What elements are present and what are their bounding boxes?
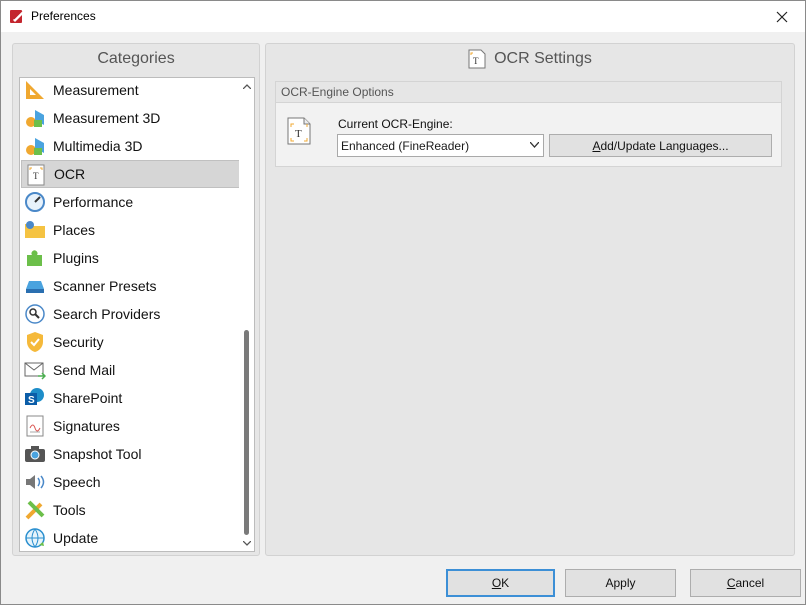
cancel-button[interactable]: Cancel — [690, 569, 801, 597]
categories-scrollbar[interactable] — [239, 78, 254, 551]
category-label: Signatures — [53, 418, 120, 434]
button-label: dd/Update Languages... — [600, 138, 729, 153]
scanner-icon — [26, 281, 44, 293]
plugins-puzzle-icon — [27, 250, 42, 266]
preferences-window: Preferences Categories Measurement Measu… — [0, 0, 806, 605]
tools-icon — [25, 500, 45, 520]
category-label: Measurement 3D — [53, 110, 161, 126]
chevron-down-icon — [242, 540, 251, 546]
mnemonic-a: A — [592, 138, 601, 153]
svg-text:T: T — [33, 171, 39, 181]
category-item-signatures[interactable]: Signatures — [21, 412, 241, 440]
speech-speaker-icon — [26, 475, 45, 489]
places-folder-icon — [25, 221, 45, 238]
scroll-up-button[interactable] — [239, 78, 254, 94]
update-globe-icon — [25, 528, 45, 548]
category-label: Scanner Presets — [53, 278, 157, 294]
svg-text:S: S — [28, 395, 35, 406]
apply-button[interactable]: Apply — [565, 569, 676, 597]
ocr-document-icon: T — [287, 117, 311, 145]
chevron-up-icon — [242, 83, 251, 89]
category-item-performance[interactable]: Performance — [21, 188, 241, 216]
category-item-places[interactable]: Places — [21, 216, 241, 244]
settings-title: OCR Settings — [494, 50, 592, 67]
ok-button[interactable]: OK — [446, 569, 555, 597]
chevron-down-icon — [530, 142, 539, 148]
category-item-speech[interactable]: Speech — [21, 468, 241, 496]
button-label: Apply — [605, 576, 636, 590]
close-button[interactable] — [759, 1, 805, 32]
category-label: Search Providers — [53, 306, 161, 322]
app-logo-icon — [10, 10, 24, 23]
close-icon — [776, 11, 788, 22]
categories-list[interactable]: Measurement Measurement 3D Multimedia 3D… — [19, 77, 255, 552]
categories-panel: Categories Measurement Measurement 3D Mu… — [12, 43, 260, 556]
settings-header: T OCR Settings — [266, 44, 794, 74]
settings-panel: T OCR Settings OCR-Engine Options T Curr… — [265, 43, 795, 556]
signatures-icon — [26, 415, 44, 437]
category-item-send-mail[interactable]: Send Mail — [21, 356, 241, 384]
category-label: Performance — [53, 194, 134, 210]
category-label: Measurement — [53, 82, 139, 98]
category-label: Speech — [53, 474, 101, 490]
category-label: Snapshot Tool — [53, 446, 142, 462]
add-update-languages-button[interactable]: Add/Update Languages... — [549, 134, 772, 157]
send-mail-icon — [24, 362, 46, 380]
category-label: Tools — [53, 502, 86, 518]
category-item-snapshot-tool[interactable]: Snapshot Tool — [21, 440, 241, 468]
category-label: Update — [53, 530, 99, 546]
measurement-icon — [26, 81, 44, 99]
mnemonic-c: C — [726, 576, 736, 590]
category-item-tools[interactable]: Tools — [21, 496, 241, 524]
category-item-measurement[interactable]: Measurement — [21, 78, 241, 104]
engine-select-value: Enhanced (FineReader) — [341, 139, 470, 153]
category-label: Send Mail — [53, 362, 116, 378]
ocr-icon: T — [468, 49, 486, 69]
category-item-security[interactable]: Security — [21, 328, 241, 356]
svg-text:T: T — [295, 128, 302, 140]
category-label: OCR — [54, 166, 86, 182]
category-item-multimedia-3d[interactable]: Multimedia 3D — [21, 132, 241, 160]
category-label: SharePoint — [53, 390, 123, 406]
mnemonic-o: O — [491, 576, 502, 590]
category-label: Security — [53, 334, 104, 350]
search-providers-icon — [25, 304, 45, 324]
scrollbar-thumb[interactable] — [244, 330, 249, 535]
category-item-plugins[interactable]: Plugins — [21, 244, 241, 272]
ocr-engine-select[interactable]: Enhanced (FineReader) — [337, 134, 544, 157]
category-label: Multimedia 3D — [53, 138, 143, 154]
category-item-update[interactable]: Update — [21, 524, 241, 551]
measurement-3d-icon — [26, 110, 44, 127]
category-item-search-providers[interactable]: Search Providers — [21, 300, 241, 328]
category-label: Plugins — [53, 250, 99, 266]
multimedia-3d-icon — [26, 138, 44, 155]
performance-icon — [25, 192, 45, 212]
sharepoint-icon: S — [25, 388, 44, 406]
engine-label: Current OCR-Engine: — [338, 117, 453, 131]
window-title: Preferences — [31, 9, 96, 23]
category-label: Places — [53, 222, 96, 238]
ocr-engine-options-group: OCR-Engine Options T Current OCR-Engine:… — [275, 81, 782, 167]
category-item-measurement-3d[interactable]: Measurement 3D — [21, 104, 241, 132]
ocr-icon: T — [27, 164, 45, 186]
scroll-down-button[interactable] — [239, 535, 254, 551]
button-label: K — [501, 576, 510, 590]
snapshot-camera-icon — [25, 446, 45, 462]
security-shield-icon — [27, 332, 43, 352]
category-item-ocr[interactable]: T OCR — [21, 160, 241, 188]
categories-header: Categories — [97, 50, 175, 67]
button-label: ancel — [735, 576, 765, 590]
group-title: OCR-Engine Options — [276, 82, 781, 103]
category-item-scanner-presets[interactable]: Scanner Presets — [21, 272, 241, 300]
category-item-sharepoint[interactable]: S SharePoint — [21, 384, 241, 412]
title-bar: Preferences — [1, 1, 805, 32]
svg-text:T: T — [473, 56, 479, 66]
